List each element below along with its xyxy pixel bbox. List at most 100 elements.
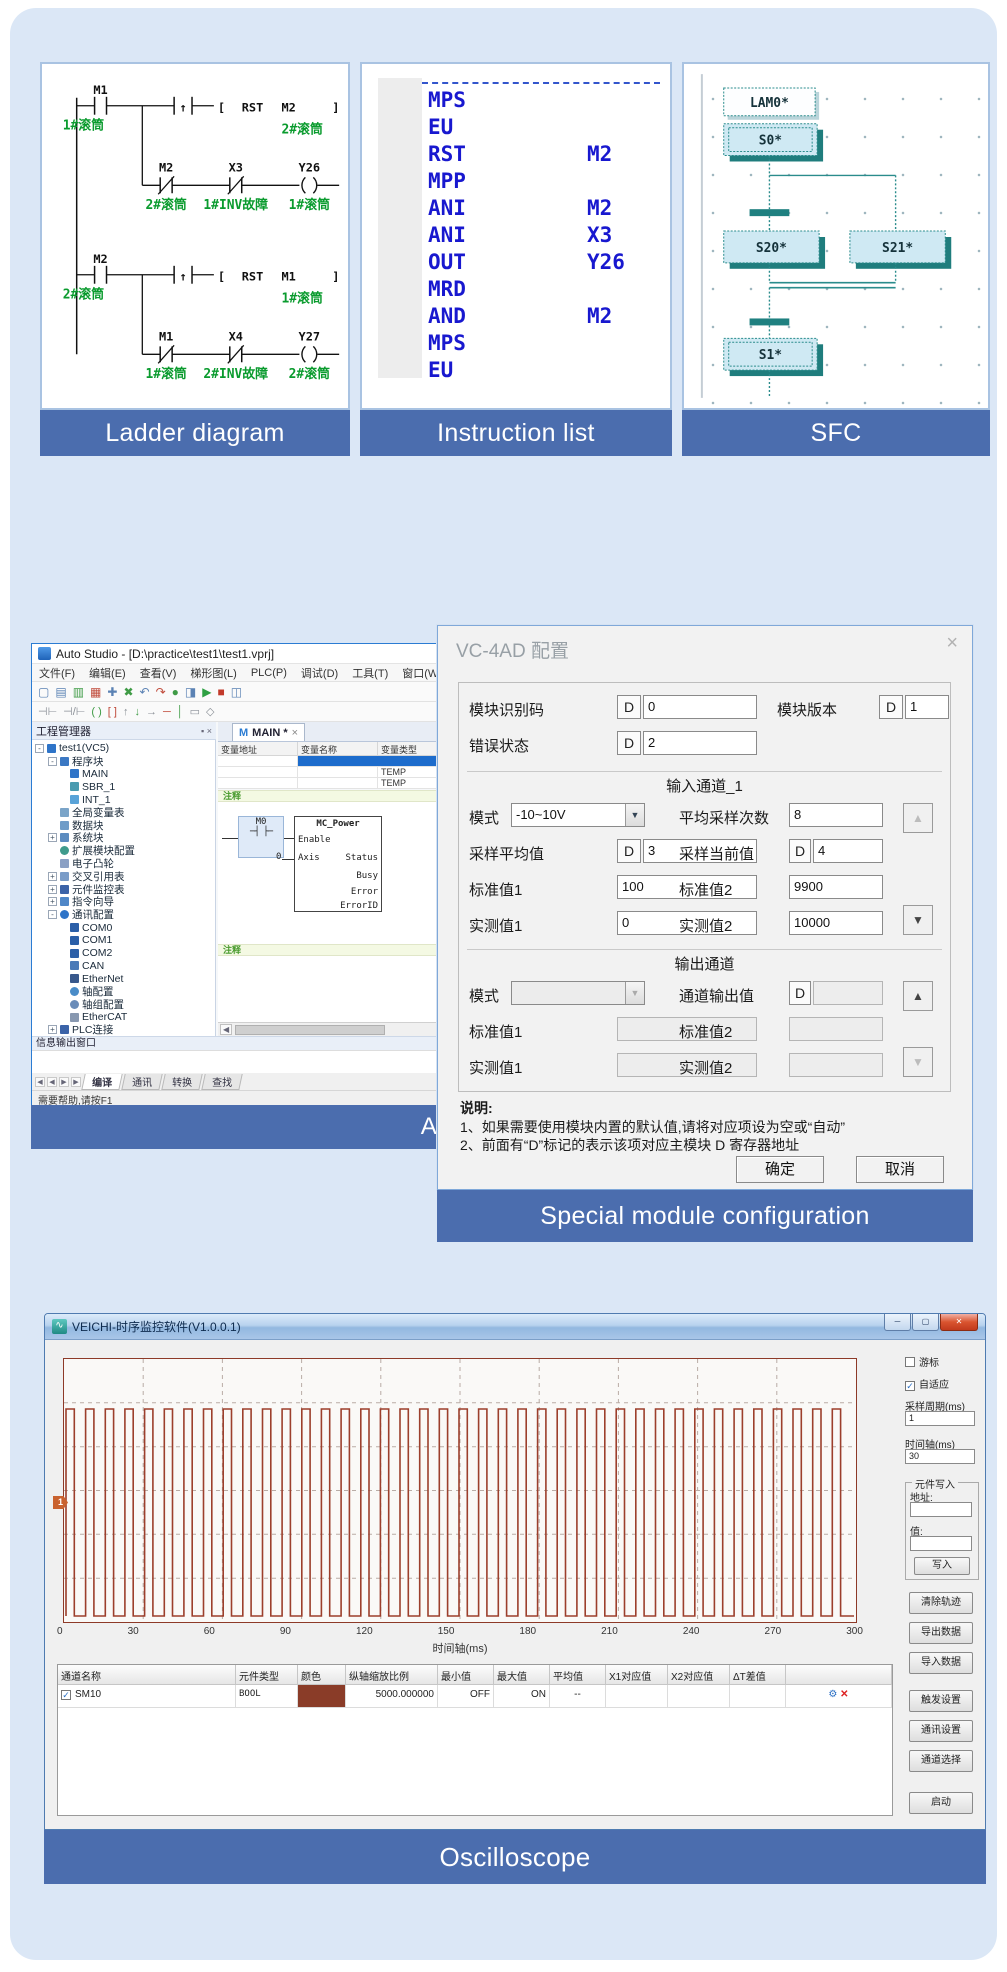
tree-item-ethernet[interactable]: EtherNet (32, 972, 215, 985)
write-address-input[interactable] (910, 1502, 972, 1517)
nav-prev-icon[interactable]: ◀ (47, 1077, 57, 1087)
edge-up-icon[interactable]: ↑ (123, 706, 129, 718)
menu-plc[interactable]: PLC(P) (244, 667, 294, 679)
toolbar-icon[interactable]: ✖ (123, 685, 133, 699)
run-icon[interactable]: ▶ (202, 685, 211, 699)
close-button[interactable]: ✕ (940, 1314, 978, 1331)
expand-icon[interactable]: + (48, 885, 57, 894)
toolbar-icon[interactable]: ↷ (156, 685, 166, 699)
collapse-icon[interactable]: - (48, 757, 57, 766)
toolbar-icon[interactable]: ✚ (107, 685, 117, 699)
error-status-input[interactable]: 2 (643, 731, 757, 755)
channel-checkbox[interactable]: ✓ (61, 1690, 71, 1700)
channel-color-swatch[interactable] (298, 1685, 346, 1708)
osc-titlebar[interactable]: ∿ VEICHI-时序监控软件(V1.0.0.1) ─ ▢ ✕ (45, 1314, 985, 1340)
hline-icon[interactable]: ─ (163, 706, 171, 718)
tree-item-global-vars[interactable]: 全局变量表 (32, 806, 215, 819)
vline-icon[interactable]: │ (177, 706, 184, 718)
diamond-icon[interactable]: ◇ (206, 705, 214, 718)
write-button[interactable]: 写入 (914, 1557, 970, 1575)
toolbar-icon[interactable]: ▤ (55, 685, 66, 699)
nav-next-icon[interactable]: ▶ (59, 1077, 69, 1087)
out-std2-input[interactable] (789, 1017, 883, 1041)
box-icon[interactable]: ▭ (190, 705, 200, 718)
tree-item-com1[interactable]: COM1 (32, 934, 215, 947)
ok-button[interactable]: 确定 (736, 1156, 824, 1183)
tab-find[interactable]: 查找 (201, 1074, 242, 1090)
maximize-button[interactable]: ▢ (912, 1314, 939, 1331)
output-mode-combo[interactable]: ▼ (511, 981, 645, 1005)
function-icon[interactable]: [ ] (108, 706, 117, 718)
autofit-checkbox[interactable]: ✓自适应 (905, 1376, 949, 1391)
time-axis-input[interactable]: 30 (905, 1449, 975, 1464)
delete-channel-icon[interactable]: ✕ (840, 1689, 848, 1700)
toolbar-icon[interactable]: ↶ (140, 685, 150, 699)
arrow-icon[interactable]: → (146, 706, 157, 718)
std2-input[interactable]: 9900 (789, 875, 883, 899)
channel-down-button[interactable]: ▼ (903, 905, 933, 935)
comm-settings-button[interactable]: 通讯设置 (909, 1720, 973, 1742)
collapse-icon[interactable]: - (48, 910, 57, 919)
toolbar-icon[interactable]: ▥ (73, 685, 84, 699)
mc-power-block[interactable]: MC_Power Enable Axis Status Busy Error E… (294, 816, 382, 912)
trigger-settings-button[interactable]: 触发设置 (909, 1690, 973, 1712)
tree-item-project[interactable]: -test1(VC5) (32, 742, 215, 755)
tab-convert[interactable]: 转换 (161, 1074, 202, 1090)
toolbar-icon[interactable]: ▢ (38, 685, 49, 699)
avg-sample-input[interactable]: 8 (789, 803, 883, 827)
tree-item-axisgroup-config[interactable]: 轴组配置 (32, 998, 215, 1011)
menu-debug[interactable]: 调试(D) (294, 665, 345, 681)
module-id-input[interactable]: 0 (643, 695, 757, 719)
close-icon[interactable]: × (946, 632, 958, 655)
tree-item-plc-connect[interactable]: +PLC连接 (32, 1024, 215, 1036)
tree-item-instruction-wizard[interactable]: +指令向导 (32, 896, 215, 909)
tree-item-com2[interactable]: COM2 (32, 947, 215, 960)
input-mode-combo[interactable]: -10~10V ▼ (511, 803, 645, 827)
tree-item-monitor-table[interactable]: +元件监控表 (32, 883, 215, 896)
menu-view[interactable]: 查看(V) (133, 665, 184, 681)
scope-plot[interactable] (63, 1358, 857, 1623)
write-value-input[interactable] (910, 1536, 972, 1551)
expand-icon[interactable]: + (48, 872, 57, 881)
stop-icon[interactable]: ■ (217, 685, 224, 699)
channel-down-button[interactable]: ▼ (903, 1047, 933, 1077)
tree-item-program-block[interactable]: -程序块 (32, 755, 215, 768)
sample-period-input[interactable]: 1 (905, 1411, 975, 1426)
cursor-checkbox[interactable]: 游标 (905, 1354, 939, 1369)
close-tab-icon[interactable]: × (292, 727, 298, 739)
channel-up-button[interactable]: ▲ (903, 803, 933, 833)
tree-item-can[interactable]: CAN (32, 960, 215, 973)
tree-item-main[interactable]: MAIN (32, 768, 215, 781)
menu-tools[interactable]: 工具(T) (345, 665, 395, 681)
start-button[interactable]: 启动 (909, 1792, 973, 1814)
combo-arrow-icon[interactable]: ▼ (625, 804, 644, 826)
nav-first-icon[interactable]: ◀ (35, 1077, 45, 1087)
tab-main[interactable]: M MAIN * × (232, 723, 305, 741)
tab-compile[interactable]: 编译 (81, 1074, 122, 1090)
contact-icon[interactable]: ⊣⊢ (38, 705, 57, 718)
coil-icon[interactable]: ( ) (91, 706, 101, 718)
module-version-input[interactable]: 1 (905, 695, 949, 719)
channel-up-button[interactable]: ▲ (903, 981, 933, 1011)
scroll-left-icon[interactable]: ◀ (220, 1024, 232, 1035)
sample-cur-input[interactable]: 4 (813, 839, 883, 863)
nav-last-icon[interactable]: ▶ (71, 1077, 81, 1087)
out-meas2-input[interactable] (789, 1053, 883, 1077)
expand-icon[interactable]: + (48, 833, 57, 842)
tree-item-extension-module[interactable]: 扩展模块配置 (32, 844, 215, 857)
edge-down-icon[interactable]: ↓ (134, 706, 140, 718)
minimize-button[interactable]: ─ (884, 1314, 911, 1331)
clear-trace-button[interactable]: 清除轨迹 (909, 1592, 973, 1614)
export-data-button[interactable]: 导出数据 (909, 1622, 973, 1644)
gear-icon[interactable]: ⚙ (828, 1689, 837, 1700)
tree-item-ethercat[interactable]: EtherCAT (32, 1011, 215, 1024)
pin-close-icons[interactable]: ▪ × (201, 726, 212, 736)
toolbar-icon[interactable]: ◨ (185, 685, 196, 699)
menu-file[interactable]: 文件(F) (32, 665, 82, 681)
tree-item-com0[interactable]: COM0 (32, 921, 215, 934)
scroll-thumb[interactable] (235, 1025, 385, 1035)
out-value-input[interactable] (813, 981, 883, 1005)
collapse-icon[interactable]: - (35, 744, 44, 753)
channel-row[interactable]: ✓SM10 BOOL 5000.000000 OFF ON -- ⚙ ✕ (58, 1685, 892, 1708)
import-data-button[interactable]: 导入数据 (909, 1652, 973, 1674)
